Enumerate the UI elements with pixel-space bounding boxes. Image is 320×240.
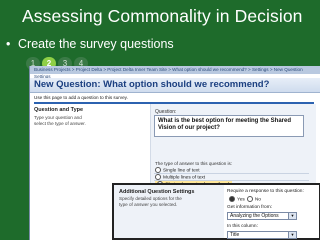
get-info-dropdown[interactable]: Analyzing the Options ▼ [227,212,297,220]
require-response-label: Require a response to this question: [227,189,304,194]
section-description: Type your question and select the type o… [34,115,86,126]
callout-heading: Additional Question Settings [119,189,195,195]
no-label: No [254,197,261,203]
breadcrumb[interactable]: Business Projects > Project Delta > Proj… [30,66,320,74]
page-title: New Question: What option should we reco… [34,79,270,90]
get-info-value: Analyzing the Options [230,213,279,219]
page-header: New Question: What option should we reco… [30,78,320,93]
chevron-down-icon: ▼ [288,232,296,238]
require-response-options: Yes No [227,196,261,202]
in-column-label: In this column: [227,224,258,229]
type-label: The type of answer to this question is: [155,161,233,166]
get-info-label: Get information from: [227,205,273,210]
intro-text: Use this page to add a question to this … [34,95,128,100]
section-heading: Question and Type [34,107,84,113]
chevron-down-icon: ▼ [288,213,296,219]
callout-description: Specify detailed options for the type of… [119,196,182,207]
bullet-marker: • [6,37,11,51]
yes-label: Yes [237,197,245,203]
slide-title: Assessing Commonality in Decision [22,6,303,26]
bullet-text: Create the survey questions [18,37,174,51]
radio-yes-icon[interactable] [229,196,235,202]
question-input[interactable]: What is the best option for meeting the … [154,115,304,137]
bullet-item: • Create the survey questions [6,37,174,51]
additional-settings-callout: Additional Question Settings Specify det… [112,183,320,240]
radio-no-icon[interactable] [246,196,253,202]
column-value: Title [230,232,240,238]
column-dropdown[interactable]: Title ▼ [227,231,297,239]
sharepoint-screenshot: Business Projects > Project Delta > Proj… [29,66,320,240]
